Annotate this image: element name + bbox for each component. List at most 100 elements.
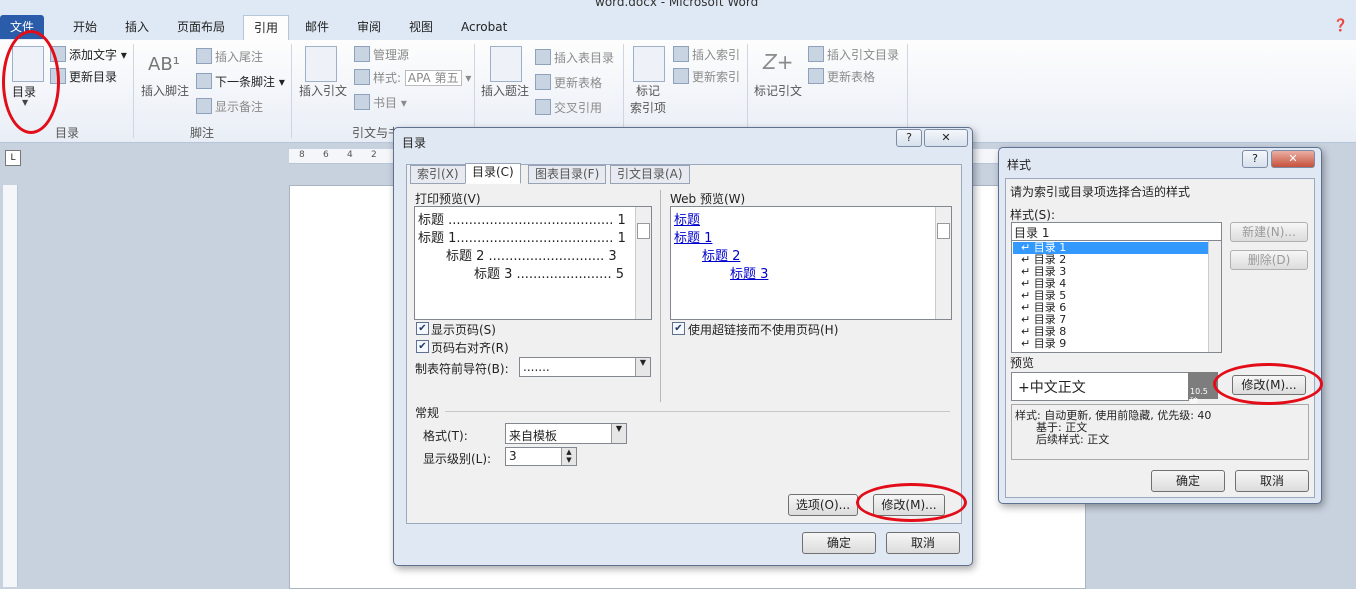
style-icon — [354, 69, 370, 85]
style-selector[interactable]: 样式: APA 第五 ▾ — [354, 69, 471, 86]
tab-references[interactable]: 引用 — [243, 15, 290, 40]
tab-mailings[interactable]: 邮件 — [295, 15, 339, 39]
ribbon-tabs: 文件 开始 插入 页面布局 引用 邮件 审阅 视图 Acrobat ❓ — [0, 12, 1356, 41]
title-bar: word.docx - Microsoft Word — [0, 0, 1356, 12]
style-cancel-button[interactable]: 取消 — [1235, 470, 1309, 492]
tab-view[interactable]: 视图 — [399, 15, 443, 39]
mark-citation-button[interactable]: 标记引文 — [754, 82, 802, 99]
update-table-icon — [535, 74, 551, 90]
styles-list[interactable]: ↵ 目录 1 ↵ 目录 2 ↵ 目录 3 ↵ 目录 4 ↵ 目录 5 ↵ 目录 6 ↵ 目录… — [1011, 240, 1222, 353]
close-button[interactable]: ✕ — [924, 129, 968, 147]
tab-page-layout[interactable]: 页面布局 — [167, 15, 235, 39]
insert-endnote-button[interactable]: 插入尾注 — [196, 48, 263, 65]
mark-citation-icon[interactable]: Z+ — [763, 50, 793, 74]
chevron-down-icon[interactable]: ▼ — [611, 424, 626, 443]
footnote-icon[interactable]: AB¹ — [148, 54, 180, 75]
scrollbar[interactable] — [935, 207, 951, 319]
delete-style-button[interactable]: 删除(D) — [1230, 250, 1308, 270]
style-ok-button[interactable]: 确定 — [1151, 470, 1225, 492]
help-icon[interactable]: ❓ — [1333, 18, 1348, 32]
manage-sources-button[interactable]: 管理源 — [354, 46, 409, 63]
cross-reference-button[interactable]: 交叉引用 — [535, 99, 602, 116]
show-page-numbers-checkbox[interactable]: ✔ — [416, 322, 429, 335]
scrollbar[interactable] — [635, 207, 651, 319]
update-toc-button[interactable]: 更新目录 — [50, 68, 117, 85]
insert-citation-icon[interactable] — [305, 46, 337, 82]
insert-citation-button[interactable]: 插入引文 — [299, 82, 347, 99]
dialog-title: 目录 — [402, 136, 427, 150]
show-levels-spinner[interactable]: 3 ▲ ▼ — [505, 447, 577, 466]
update-index-button[interactable]: 更新索引 — [673, 68, 740, 85]
scrollbar[interactable] — [1208, 241, 1221, 352]
web-preview-link[interactable]: 标题 2 — [702, 245, 740, 264]
tab-insert[interactable]: 插入 — [115, 15, 159, 39]
spinner-arrows-icon[interactable]: ▲ ▼ — [561, 448, 576, 465]
web-preview-link[interactable]: 标题 — [674, 209, 700, 228]
tab-acrobat[interactable]: Acrobat — [451, 15, 517, 39]
web-preview-link[interactable]: 标题 1 — [674, 227, 712, 246]
right-align-checkbox[interactable]: ✔ — [416, 340, 429, 353]
show-levels-label: 显示级别(L): — [423, 452, 492, 466]
preview-line: 标题 2 ............................ 3 — [446, 249, 617, 264]
bibliography-button[interactable]: 书目 ▾ — [354, 94, 407, 111]
insert-footnote-button[interactable]: 插入脚注 — [141, 82, 189, 99]
style-list-item[interactable]: ↵ 目录 9 — [1013, 338, 1211, 350]
help-button[interactable]: ? — [896, 129, 922, 147]
update-toa-icon — [808, 68, 824, 84]
mark-entry-label-1[interactable]: 标记 — [636, 82, 660, 99]
preview-line: 标题 1....................................… — [418, 231, 626, 246]
close-icon: ✕ — [1288, 152, 1298, 165]
update-toa-button[interactable]: 更新表格 — [808, 68, 875, 85]
show-notes-button[interactable]: 显示备注 — [196, 98, 263, 115]
insert-index-icon — [673, 46, 689, 62]
formats-select[interactable]: 来自模板 ▼ — [505, 423, 627, 444]
insert-table-of-figures-button[interactable]: 插入表目录 — [535, 49, 614, 66]
group-divider — [747, 44, 748, 138]
scroll-thumb[interactable] — [937, 223, 950, 239]
insert-index-button[interactable]: 插入索引 — [673, 46, 740, 63]
add-text-button[interactable]: 添加文字 ▾ — [50, 46, 127, 63]
group-label-toc: 目录 — [55, 126, 80, 140]
tab-table-of-authorities[interactable]: 引文目录(A) — [610, 165, 690, 184]
annotation-circle — [2, 30, 60, 134]
formats-label: 格式(T): — [423, 429, 468, 443]
insert-caption-icon[interactable] — [490, 46, 522, 82]
tab-home[interactable]: 开始 — [63, 15, 107, 39]
tab-table-of-figures[interactable]: 图表目录(F) — [528, 165, 607, 184]
description-line: 后续样式: 正文 — [1036, 433, 1110, 446]
web-preview-link[interactable]: 标题 3 — [730, 263, 768, 282]
tab-leader-select[interactable]: ....... ▼ — [519, 357, 651, 377]
tab-review[interactable]: 审阅 — [347, 15, 391, 39]
tab-index[interactable]: 索引(X) — [410, 165, 466, 184]
group-divider — [133, 44, 134, 138]
styles-input[interactable]: 目录 1 — [1011, 222, 1222, 241]
insert-toa-button[interactable]: 插入引文目录 — [808, 46, 899, 63]
ok-button[interactable]: 确定 — [802, 532, 876, 554]
options-button[interactable]: 选项(O)... — [788, 494, 858, 516]
formats-value: 来自模板 — [509, 429, 558, 443]
styles-label: 样式(S): — [1010, 208, 1056, 222]
tab-selector-icon[interactable]: L — [5, 150, 21, 166]
update-table-button[interactable]: 更新表格 — [535, 74, 602, 91]
use-hyperlinks-checkbox[interactable]: ✔ — [672, 322, 685, 335]
divider — [660, 190, 661, 402]
mark-entry-label-2[interactable]: 索引项 — [630, 99, 666, 116]
close-button[interactable]: ✕ — [1271, 150, 1315, 168]
preview-line: 标题 3 ....................... 5 — [474, 267, 624, 282]
paragraph-style-icon: ↵ — [1021, 337, 1034, 350]
cancel-button[interactable]: 取消 — [886, 532, 960, 554]
group-label-footnotes: 脚注 — [190, 126, 215, 140]
style-preview-text: +中文正文 — [1018, 380, 1086, 396]
ruler-tick: 4 — [347, 150, 353, 160]
window-title: word.docx - Microsoft Word — [595, 0, 759, 9]
chevron-down-icon[interactable]: ▼ — [635, 358, 650, 376]
insert-caption-button[interactable]: 插入题注 — [481, 82, 529, 99]
new-style-button[interactable]: 新建(N)... — [1230, 222, 1308, 242]
tab-toc[interactable]: 目录(C) — [465, 163, 521, 184]
next-footnote-button[interactable]: 下一条脚注 ▾ — [196, 73, 285, 90]
help-button[interactable]: ? — [1242, 150, 1268, 168]
print-preview-label: 打印预览(V) — [415, 192, 481, 206]
mark-entry-icon[interactable] — [633, 46, 665, 82]
vertical-ruler[interactable] — [3, 185, 18, 587]
scroll-thumb[interactable] — [637, 223, 650, 239]
